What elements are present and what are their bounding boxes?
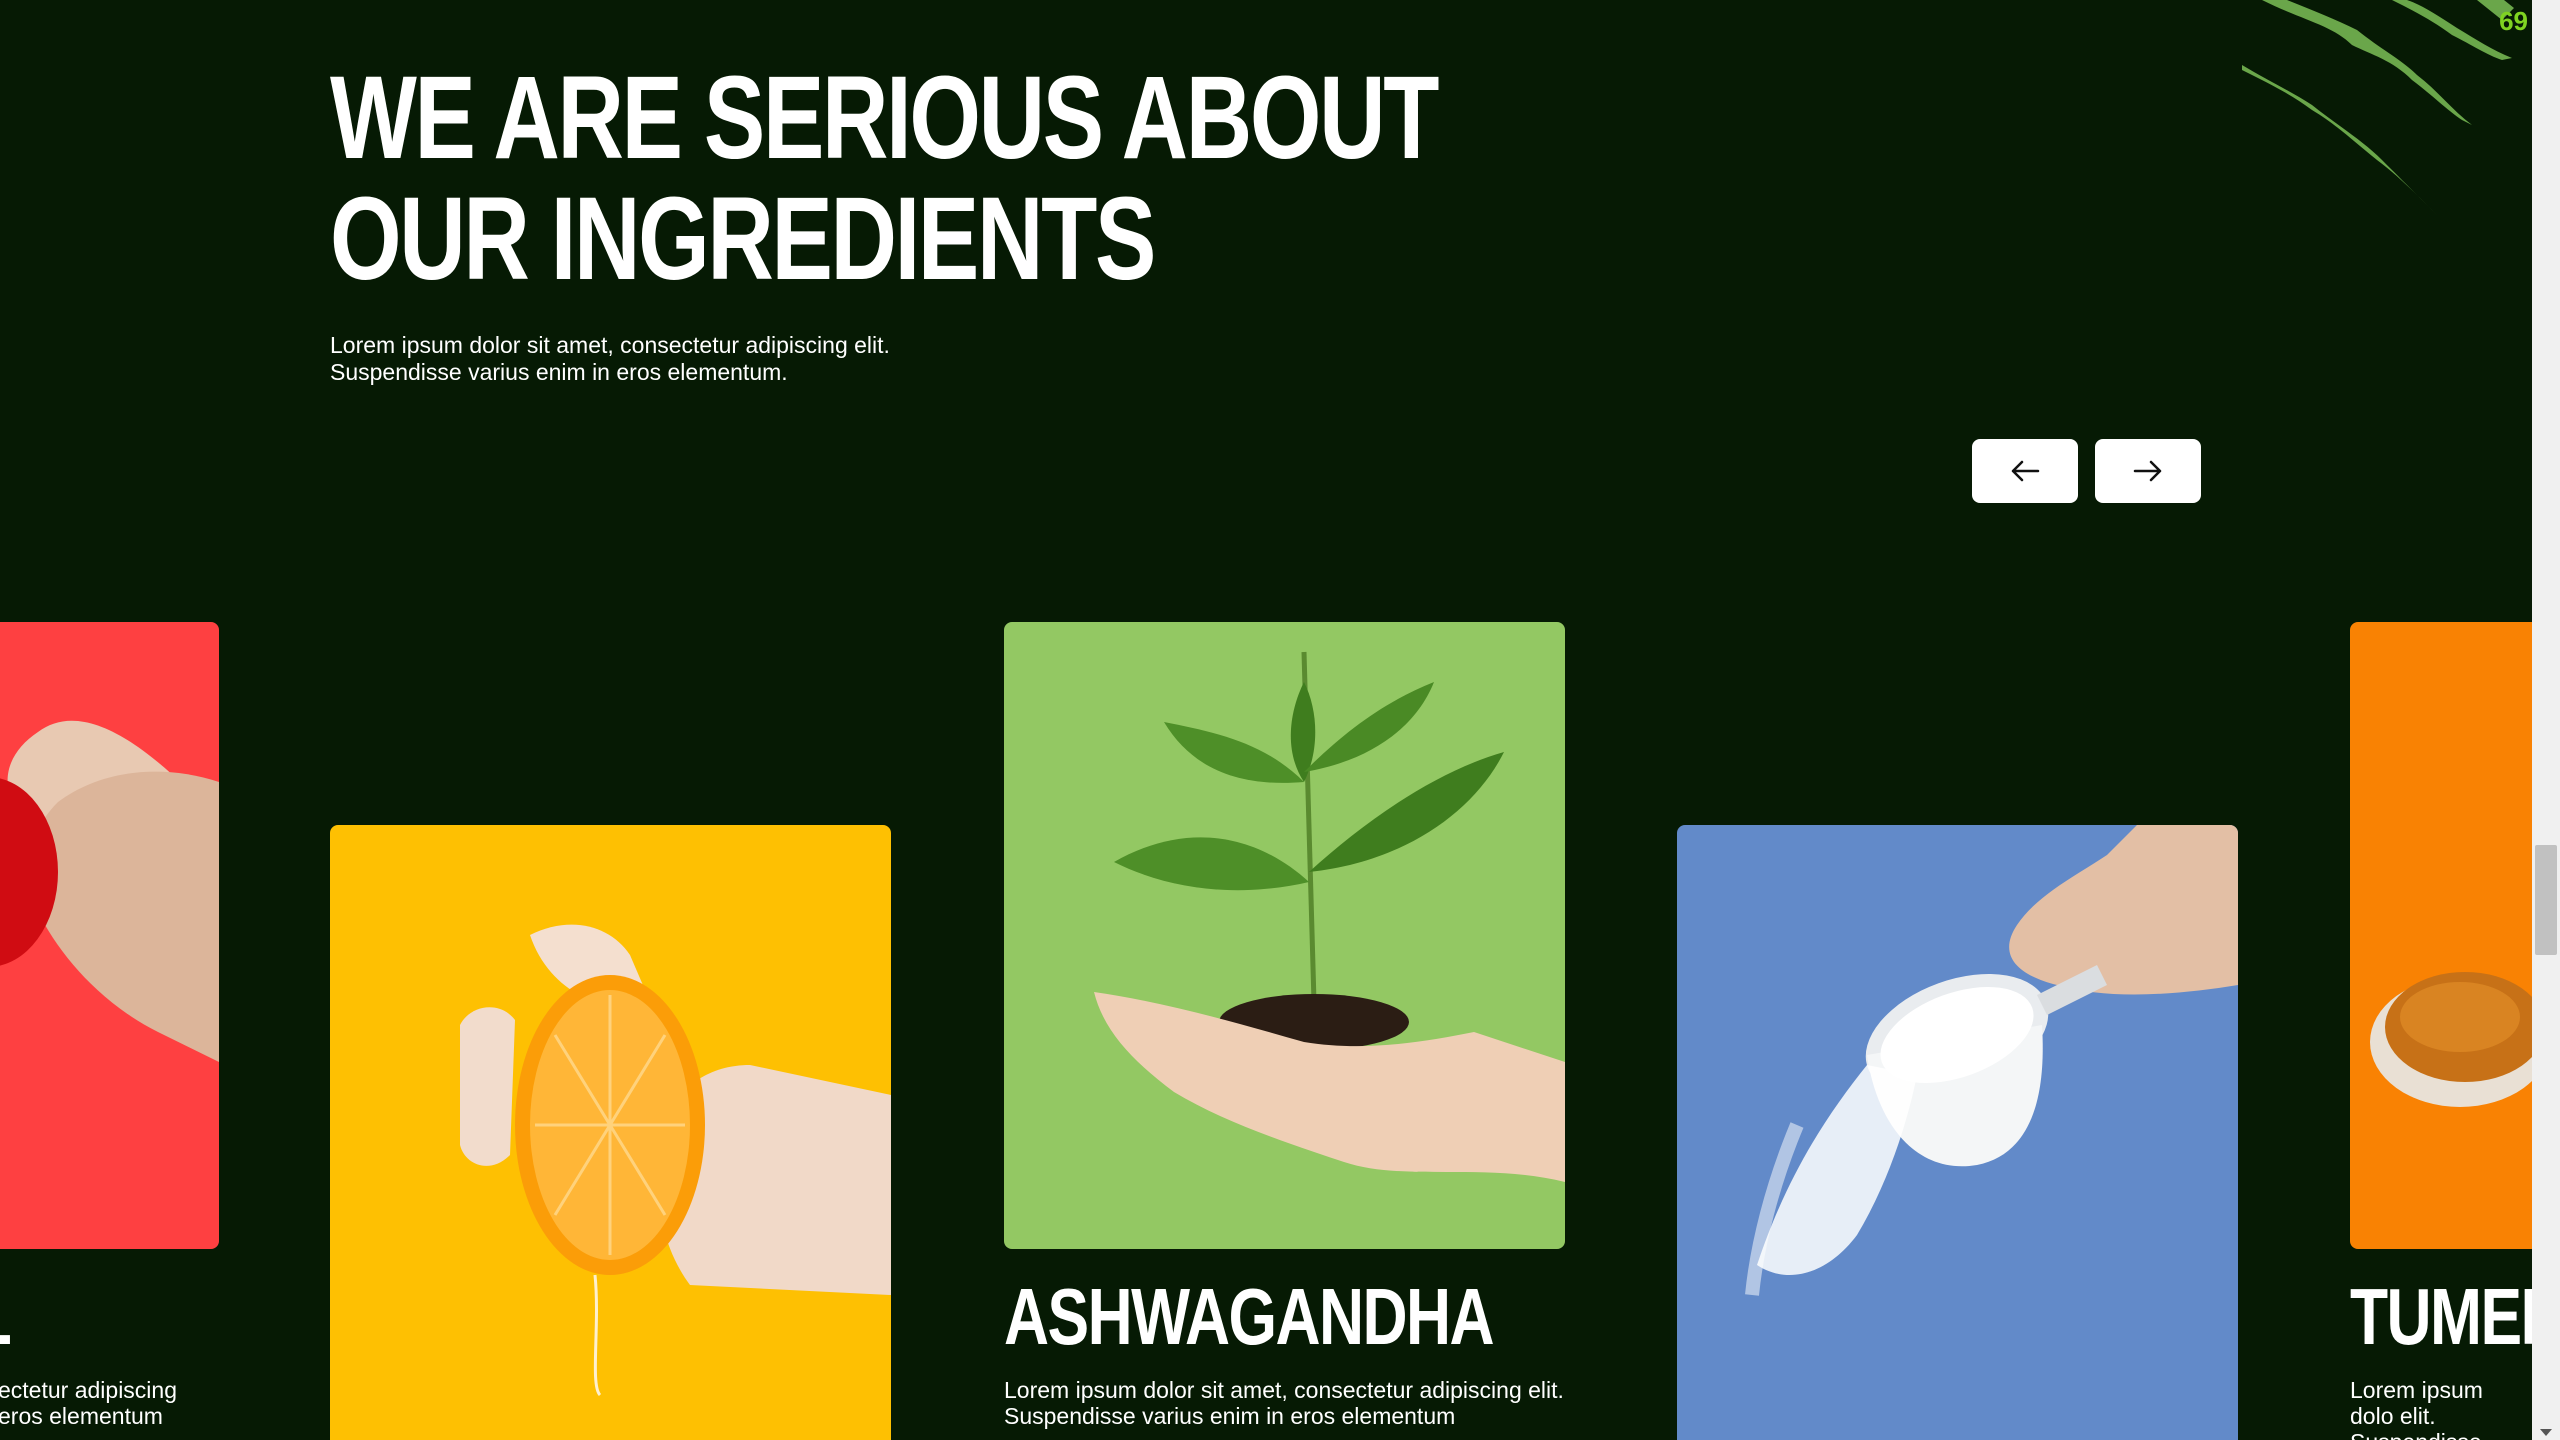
- ingredient-card[interactable]: [1677, 825, 2238, 1440]
- section-heading: WE ARE SERIOUS ABOUT OUR INGREDIENTS: [330, 52, 1440, 305]
- card-image-orange: [330, 825, 891, 1440]
- card-title: TUMER: [2350, 1272, 2532, 1361]
- card-image-seedling: [1004, 622, 1565, 1249]
- subtext-line-1: Lorem ipsum dolor sit amet, consectetur …: [330, 332, 890, 358]
- fern-leaf-decoration: [2242, 0, 2514, 215]
- ingredient-card[interactable]: IL ectetur adipiscing eros elementum: [0, 622, 219, 1429]
- ingredient-card[interactable]: ASHWAGANDHA Lorem ipsum dolor sit amet, …: [1004, 622, 1631, 1429]
- next-slide-button[interactable]: [2095, 439, 2201, 503]
- card-image-tomato: [0, 622, 219, 1249]
- ingredients-section: WE ARE SERIOUS ABOUT OUR INGREDIENTS Lor…: [0, 0, 2532, 1440]
- section-subtext: Lorem ipsum dolor sit amet, consectetur …: [330, 332, 950, 386]
- card-title: ASHWAGANDHA: [1004, 1272, 1495, 1361]
- counter-badge: 69: [2499, 6, 2528, 36]
- card-title: IL: [0, 1277, 162, 1357]
- card-description: Lorem ipsum dolo elit. Suspendisse: [2350, 1377, 2483, 1440]
- arrow-left-icon: [2011, 460, 2040, 482]
- heading-line-2: OUR INGREDIENTS: [330, 173, 1156, 305]
- previous-slide-button[interactable]: [1972, 439, 2078, 503]
- scroll-down-arrow-icon[interactable]: [2540, 1429, 2552, 1436]
- subtext-line-2: Suspendisse varius enim in eros elementu…: [330, 359, 788, 385]
- scrollbar-thumb[interactable]: [2535, 845, 2557, 955]
- ingredient-card[interactable]: TUMER Lorem ipsum dolo elit. Suspendisse: [2350, 622, 2532, 1440]
- ingredient-card[interactable]: [330, 825, 891, 1440]
- page-scrollbar[interactable]: [2532, 0, 2560, 1440]
- card-image-salt: [1677, 825, 2238, 1440]
- card-image-turmeric: [2350, 622, 2532, 1249]
- heading-line-1: WE ARE SERIOUS ABOUT: [330, 52, 1440, 184]
- card-description: Lorem ipsum dolor sit amet, consectetur …: [1004, 1377, 1564, 1429]
- card-description: ectetur adipiscing eros elementum: [0, 1377, 177, 1429]
- arrow-right-icon: [2133, 460, 2162, 482]
